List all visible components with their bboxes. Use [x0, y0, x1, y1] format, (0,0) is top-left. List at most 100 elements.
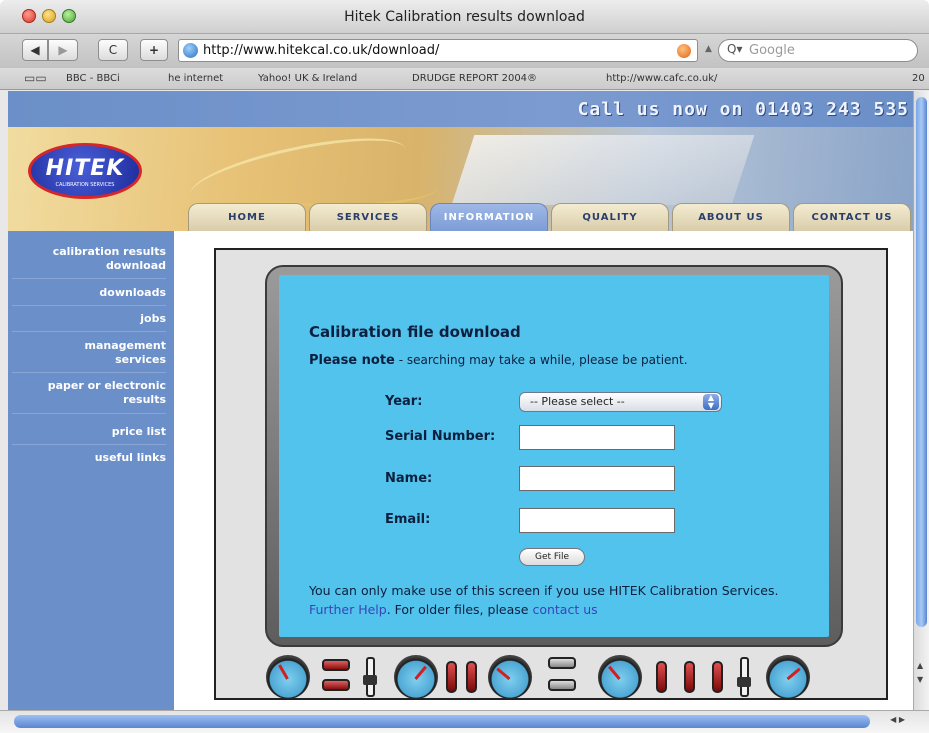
- sidebar-divider: [12, 331, 166, 332]
- footer-text-1: You can only make use of this screen if …: [309, 583, 779, 598]
- tab-services[interactable]: SERVICES: [309, 203, 427, 231]
- gauge-icon: [766, 655, 810, 699]
- dropdown-arrow-icon[interactable]: ▲: [705, 44, 712, 54]
- bookmark-item[interactable]: BBC - BBCi: [66, 73, 120, 84]
- banner-instrument-display: [451, 135, 755, 205]
- email-field[interactable]: [519, 508, 675, 533]
- tab-home[interactable]: HOME: [188, 203, 306, 231]
- tab-quality[interactable]: QUALITY: [551, 203, 669, 231]
- instrument-bezel: Calibration file download Please note - …: [265, 265, 843, 647]
- sidebar-divider: [12, 444, 166, 445]
- add-bookmark-button[interactable]: +: [140, 39, 168, 61]
- bookmark-item[interactable]: Yahoo! UK & Ireland: [258, 73, 357, 84]
- sidebar-item-management-services[interactable]: management services: [56, 339, 167, 367]
- window-title: Hitek Calibration results download: [344, 9, 585, 25]
- hitek-logo[interactable]: HITEK CALIBRATION SERVICES: [28, 143, 142, 199]
- gauge-icon: [266, 655, 310, 699]
- year-select-value: -- Please select --: [530, 395, 625, 408]
- indicator-light-icon: [684, 661, 695, 693]
- gauge-needle: [786, 667, 801, 681]
- name-field[interactable]: [519, 466, 675, 491]
- slider-icon: [737, 657, 751, 697]
- stop-icon[interactable]: [677, 44, 691, 58]
- indicator-light-icon: [466, 661, 477, 693]
- email-label: Email:: [385, 512, 431, 527]
- gauge-icon: [394, 655, 438, 699]
- bookmark-item[interactable]: he internet: [168, 73, 223, 84]
- forward-button[interactable]: ▶: [48, 39, 78, 61]
- gauge-needle: [414, 665, 427, 680]
- tab-information[interactable]: INFORMATION: [430, 203, 548, 231]
- gauge-needle: [278, 664, 289, 680]
- serial-number-field[interactable]: [519, 425, 675, 450]
- browser-window: Hitek Calibration results download ◀ ▶ C…: [0, 0, 929, 733]
- browser-toolbar: ◀ ▶ C + http://www.hitekcal.co.uk/downlo…: [0, 34, 929, 68]
- note-text: - searching may take a while, please be …: [394, 353, 688, 367]
- year-select[interactable]: -- Please select -- ▲ ▼: [519, 392, 722, 412]
- horizontal-scroll-thumb[interactable]: [14, 715, 870, 728]
- form-title: Calibration file download: [309, 323, 521, 341]
- get-file-button[interactable]: Get File: [519, 548, 585, 566]
- gauge-icon: [598, 655, 642, 699]
- footer-text-2: . For older files, please: [386, 602, 533, 617]
- call-us-banner: Call us now on 01403 243 535: [577, 99, 909, 120]
- url-text[interactable]: http://www.hitekcal.co.uk/download/: [203, 43, 439, 58]
- further-help-link[interactable]: Further Help: [309, 602, 387, 617]
- site-header: Call us now on 01403 243 535 HITEK CALIB…: [8, 91, 913, 231]
- sidebar-item-useful-links[interactable]: useful links: [95, 451, 166, 465]
- instrument-frame: Calibration file download Please note - …: [214, 248, 888, 700]
- name-label: Name:: [385, 471, 433, 486]
- indicator-light-icon: [446, 661, 457, 693]
- page-viewport: Call us now on 01403 243 535 HITEK CALIB…: [8, 91, 913, 710]
- reload-button[interactable]: C: [98, 39, 128, 61]
- tab-contact-us[interactable]: CONTACT US: [793, 203, 911, 231]
- sidebar-nav: calibration results download downloads j…: [8, 231, 174, 710]
- slider-knob: [737, 677, 751, 687]
- bookmark-overflow[interactable]: 20: [912, 73, 925, 84]
- bookmarks-bar: ▭▭ BBC - BBCi he internet Yahoo! UK & Ir…: [0, 68, 929, 90]
- vertical-scrollbar[interactable]: ▲ ▼: [913, 91, 929, 710]
- gauge-icon: [488, 655, 532, 699]
- search-input[interactable]: Q▾ Google: [718, 39, 918, 62]
- sidebar-divider: [12, 372, 166, 373]
- year-label: Year:: [385, 394, 423, 409]
- toggle-switch-icon: [322, 659, 350, 671]
- vertical-scroll-thumb[interactable]: [916, 97, 927, 627]
- bookmarks-book-icon[interactable]: ▭▭: [24, 71, 47, 85]
- scroll-arrows-icon[interactable]: ◀ ▶: [890, 715, 905, 724]
- scroll-arrows-icon[interactable]: ▲ ▼: [917, 659, 923, 687]
- form-footer: You can only make use of this screen if …: [309, 581, 819, 619]
- tab-about-us[interactable]: ABOUT US: [672, 203, 790, 231]
- contact-us-link[interactable]: contact us: [532, 602, 597, 617]
- slider-knob: [363, 675, 377, 685]
- back-button[interactable]: ◀: [22, 39, 48, 61]
- search-icon: Q▾: [727, 42, 743, 56]
- sidebar-item-price-list[interactable]: price list: [112, 425, 166, 439]
- toggle-switch-icon: [548, 679, 576, 691]
- sidebar-item-downloads[interactable]: downloads: [99, 286, 166, 300]
- sidebar-divider: [12, 278, 166, 279]
- sidebar-item-calibration-results-download[interactable]: calibration results download: [16, 245, 166, 273]
- globe-icon: [183, 43, 198, 58]
- toggle-switch-icon: [322, 679, 350, 691]
- sidebar-divider: [12, 413, 166, 414]
- gauge-needle: [496, 667, 511, 681]
- logo-subtext: CALIBRATION SERVICES: [55, 182, 115, 188]
- sidebar-item-paper-or-electronic-results[interactable]: paper or electronic results: [8, 379, 166, 407]
- banner-wire: [238, 167, 438, 207]
- horizontal-scrollbar[interactable]: ◀ ▶: [0, 710, 929, 733]
- serial-number-label: Serial Number:: [385, 429, 496, 444]
- bookmark-item[interactable]: DRUDGE REPORT 2004®: [412, 73, 537, 84]
- slider-icon: [363, 657, 377, 697]
- decorative-gauges-row: [266, 655, 846, 699]
- sidebar-divider: [12, 305, 166, 306]
- address-bar[interactable]: http://www.hitekcal.co.uk/download/: [178, 39, 698, 62]
- title-bar: Hitek Calibration results download: [0, 0, 929, 34]
- main-content: Calibration file download Please note - …: [174, 231, 913, 710]
- sidebar-item-jobs[interactable]: jobs: [140, 312, 166, 326]
- toggle-switch-icon: [548, 657, 576, 669]
- bookmark-item[interactable]: http://www.cafc.co.uk/: [606, 73, 717, 84]
- main-nav-tabs: HOME SERVICES INFORMATION QUALITY ABOUT …: [188, 203, 913, 231]
- logo-text: HITEK: [45, 156, 125, 181]
- form-note: Please note - searching may take a while…: [309, 353, 688, 368]
